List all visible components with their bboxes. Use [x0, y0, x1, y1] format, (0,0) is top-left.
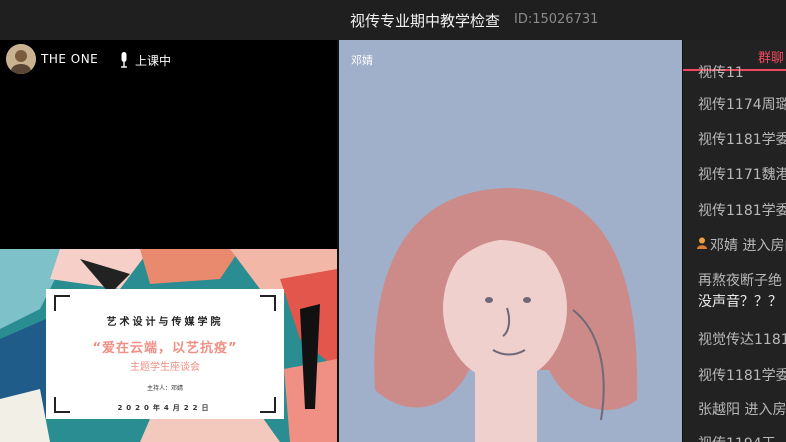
room-id: ID:15026731: [514, 12, 599, 27]
slide-subtitle: 主题学生座谈会: [130, 362, 200, 373]
slide-card: 艺术设计与传媒学院 “爱在云端，以艺抗疫” 主题学生座谈会 主持人：邓婧 202…: [46, 289, 284, 419]
chat-message: 张越阳 进入房: [698, 402, 786, 418]
slide-host-line: 主持人：邓婧: [146, 385, 183, 392]
host-name: THE ONE: [41, 52, 99, 66]
chat-message: 视传1181学委: [698, 368, 786, 384]
teacher-video-panel[interactable]: 邓婧: [339, 40, 682, 442]
chat-message: 视传1171魏港: [698, 167, 786, 183]
teacher-name: 邓婧: [351, 54, 373, 67]
chat-panel[interactable]: 群聊 视传11 视传1174周璐 视传1181学委 视传1171魏港 视传118…: [683, 40, 786, 442]
chat-message: 视传11: [698, 65, 744, 81]
slide-school: 艺术设计与传媒学院: [106, 317, 224, 328]
chat-message: 没声音？？？: [698, 294, 782, 310]
chat-message: 视传1174周璐: [698, 97, 786, 113]
tab-group-chat[interactable]: 群聊: [758, 47, 784, 66]
page-title: 视传专业期中教学检查: [350, 12, 501, 30]
chat-message: 视传1194王: [698, 433, 776, 442]
chat-message: 再熬夜断子绝: [698, 273, 782, 289]
chat-message: 视觉传达1181: [698, 332, 786, 348]
chat-message: 邓婧 进入房间: [710, 238, 786, 254]
title-bar: 视传专业期中教学检查 ID:15026731: [0, 0, 786, 40]
user-icon: [697, 237, 707, 249]
presentation-slide: 艺术设计与传媒学院 “爱在云端，以艺抗疫” 主题学生座谈会 主持人：邓婧 202…: [0, 249, 337, 442]
live-status: 上课中: [135, 54, 172, 68]
slide-headline: “爱在云端，以艺抗疫”: [92, 341, 238, 356]
teacher-avatar-illustration: [374, 188, 638, 442]
chat-message: 视传1181学委: [698, 203, 786, 219]
slide-date: 2020年4月22日: [117, 404, 213, 412]
avatar[interactable]: [6, 44, 36, 74]
microphone-icon: [121, 52, 127, 68]
host-video-panel[interactable]: THE ONE 上课中 艺术设计与传媒学院 “爱在云端，以艺抗疫” 主题学生座谈…: [0, 40, 337, 442]
chat-message: 视传1181学委: [698, 132, 786, 148]
